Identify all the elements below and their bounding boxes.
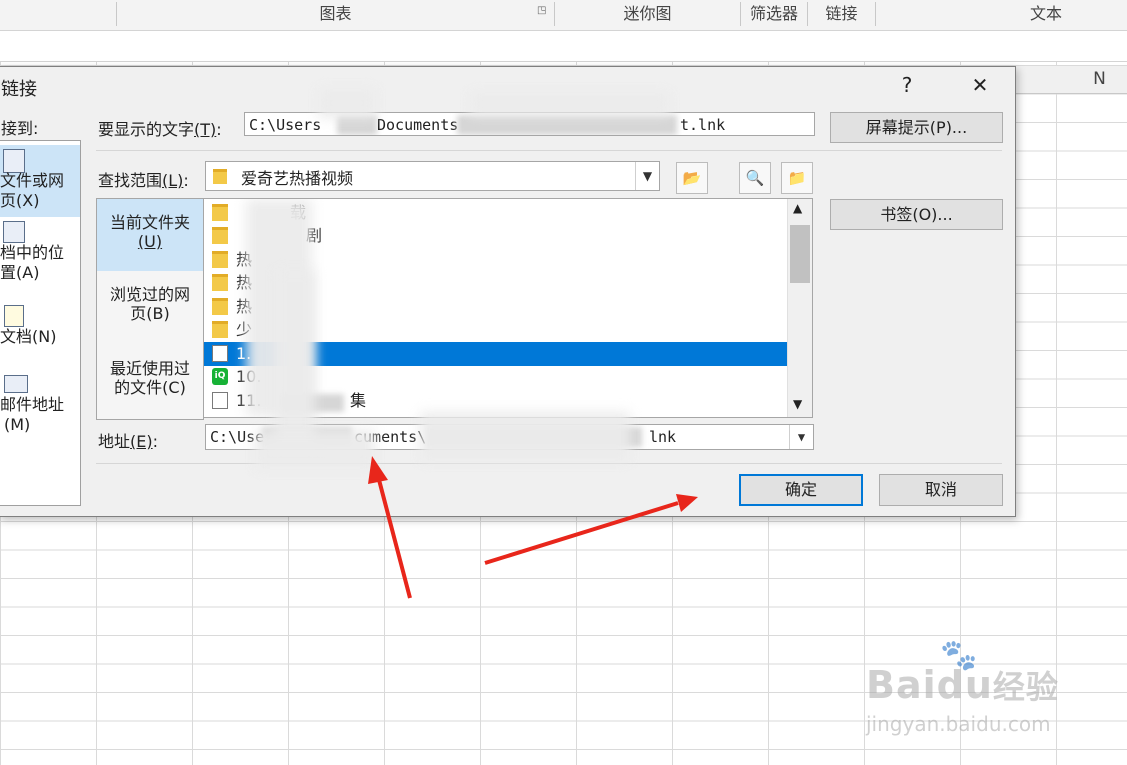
arrow-to-address — [376, 475, 412, 599]
paw-icon: 🐾 — [940, 638, 978, 673]
watermark-url: jingyan.baidu.com — [866, 712, 1051, 736]
arrow-to-ok — [484, 501, 679, 565]
arrowhead-icon — [676, 494, 698, 512]
arrowhead-icon — [368, 456, 388, 484]
